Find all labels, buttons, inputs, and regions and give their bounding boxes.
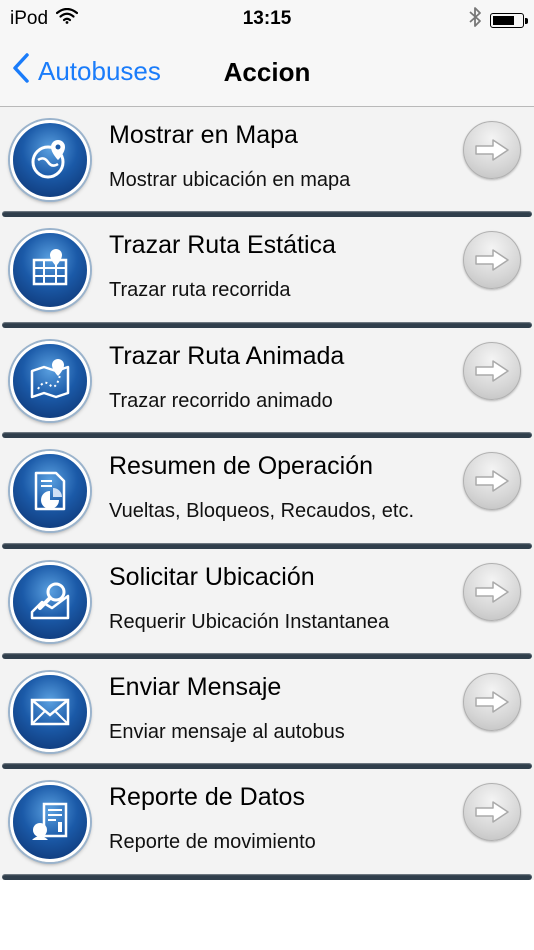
arrow-right-icon[interactable] bbox=[463, 562, 521, 621]
bluetooth-icon bbox=[468, 6, 482, 34]
status-right bbox=[468, 6, 528, 34]
action-title: Resumen de Operación bbox=[109, 452, 374, 481]
arrow-right-icon[interactable] bbox=[463, 783, 521, 842]
map-location-icon bbox=[10, 120, 90, 200]
action-item[interactable]: Solicitar Ubicación Requerir Ubicación In… bbox=[0, 548, 534, 660]
page-title: Accion bbox=[223, 57, 311, 87]
battery-icon bbox=[490, 12, 528, 28]
arrow-right-icon[interactable] bbox=[463, 452, 521, 511]
navigation-bar: Autobuses Accion bbox=[0, 40, 534, 107]
action-subtitle: Trazar ruta recorrida bbox=[109, 279, 291, 302]
action-list: Mostrar en Mapa Mostrar ubicación en mapa… bbox=[0, 107, 534, 881]
action-item[interactable]: Trazar Ruta Estática Trazar ruta recorrid… bbox=[0, 217, 534, 329]
action-title: Trazar Ruta Estática bbox=[109, 231, 336, 260]
action-title: Mostrar en Mapa bbox=[109, 121, 298, 149]
report-chart-icon bbox=[10, 451, 90, 532]
animated-route-icon bbox=[10, 340, 90, 421]
action-subtitle: Requerir Ubicación Instantanea bbox=[109, 610, 390, 633]
request-location-icon bbox=[10, 561, 90, 642]
action-title: Reporte de Datos bbox=[109, 783, 305, 812]
arrow-right-icon[interactable] bbox=[463, 672, 521, 731]
arrow-right-icon[interactable] bbox=[463, 121, 521, 179]
action-subtitle: Reporte de movimiento bbox=[109, 831, 316, 854]
action-item[interactable]: Reporte de Datos Reporte de movimiento bbox=[0, 769, 534, 881]
envelope-icon bbox=[10, 671, 90, 752]
action-item[interactable]: Enviar Mensaje Enviar mensaje al autobus bbox=[0, 658, 534, 770]
status-bar: iPod 13:15 bbox=[0, 0, 534, 40]
status-time: 13:15 bbox=[242, 8, 292, 29]
action-subtitle: Trazar recorrido animado bbox=[109, 389, 333, 412]
arrow-right-icon[interactable] bbox=[463, 341, 521, 400]
action-item[interactable]: Mostrar en Mapa Mostrar ubicación en mapa bbox=[0, 107, 534, 218]
battery-fill bbox=[493, 15, 514, 25]
route-grid-icon bbox=[10, 230, 90, 311]
action-title: Enviar Mensaje bbox=[109, 672, 282, 701]
data-report-icon bbox=[10, 782, 90, 863]
action-subtitle: Mostrar ubicación en mapa bbox=[109, 169, 351, 191]
arrow-right-icon[interactable] bbox=[463, 231, 521, 290]
action-item[interactable]: Resumen de Operación Vueltas, Bloqueos, R… bbox=[0, 438, 534, 549]
action-title: Trazar Ruta Animada bbox=[109, 341, 345, 370]
action-item[interactable]: Trazar Ruta Animada Trazar recorrido anim… bbox=[0, 327, 534, 439]
action-subtitle: Vueltas, Bloqueos, Recaudos, etc. bbox=[109, 500, 414, 523]
action-subtitle: Enviar mensaje al autobus bbox=[109, 720, 345, 743]
action-title: Solicitar Ubicación bbox=[109, 562, 315, 591]
